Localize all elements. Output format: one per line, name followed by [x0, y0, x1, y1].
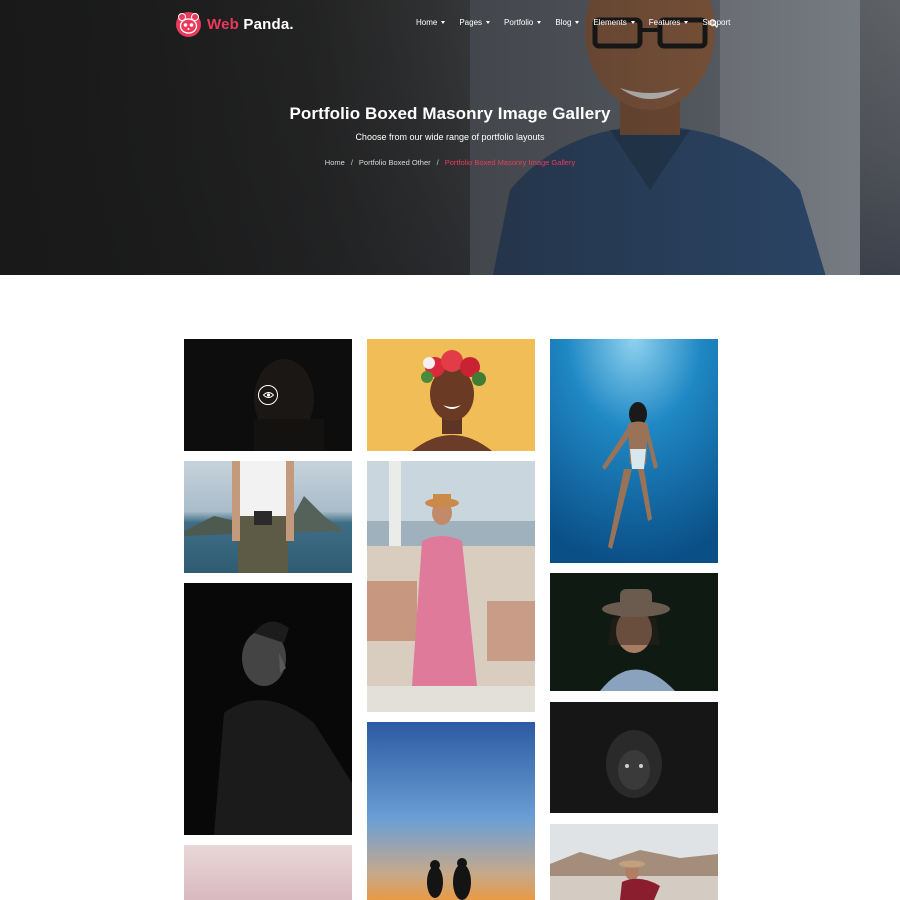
nav-item-blog[interactable]: Blog: [555, 18, 580, 27]
search-icon[interactable]: [709, 19, 718, 28]
main-nav: Home Pages Portfolio Blog Elements Featu…: [416, 18, 744, 27]
gallery-image: [550, 824, 718, 900]
breadcrumb-separator: /: [436, 158, 439, 167]
page-subtitle: Choose from our wide range of portfolio …: [355, 132, 545, 142]
eye-icon[interactable]: [258, 385, 278, 405]
chevron-down-icon: [441, 21, 446, 24]
gallery-image: [367, 461, 535, 712]
gallery-image: [367, 339, 535, 451]
gallery-image: [184, 461, 352, 573]
panda-icon: [176, 12, 201, 37]
gallery-item-traveler-with-camera[interactable]: [184, 461, 352, 573]
gallery-item-woman-in-desert[interactable]: [550, 824, 718, 900]
breadcrumb: Home / Portfolio Boxed Other / Portfolio Box…: [0, 158, 900, 167]
nav-item-pages[interactable]: Pages: [459, 18, 491, 27]
breadcrumb-current: Portfolio Boxed Masonry Image Gallery: [444, 158, 576, 167]
gallery-image: [550, 573, 718, 691]
brand-logo[interactable]: Web Panda.: [176, 12, 294, 37]
gallery-item-pink-sky[interactable]: [184, 845, 352, 900]
gallery-item-woman-in-pink-dress[interactable]: [367, 461, 535, 712]
gallery-item-woman-with-hat[interactable]: [550, 573, 718, 691]
gallery-item-woman-with-flower-crown[interactable]: [367, 339, 535, 451]
nav-item-elements[interactable]: Elements: [593, 18, 635, 27]
gallery-image: [184, 583, 352, 835]
chevron-down-icon: [684, 21, 689, 24]
chevron-down-icon: [486, 21, 491, 24]
gallery-image: [550, 339, 718, 563]
chevron-down-icon: [630, 21, 635, 24]
gallery-item-swimmer-underwater[interactable]: [550, 339, 718, 563]
gallery-item-woman-in-hood-dark[interactable]: [550, 702, 718, 813]
page-title: Portfolio Boxed Masonry Image Gallery: [289, 104, 611, 123]
hero-banner: Web Panda. Home Pages Portfolio Blog Ele…: [0, 0, 900, 275]
chevron-down-icon: [575, 21, 580, 24]
gallery-image: [184, 845, 352, 900]
breadcrumb-home[interactable]: Home: [325, 158, 345, 167]
gallery-image: [367, 722, 535, 900]
nav-item-home[interactable]: Home: [416, 18, 446, 27]
chevron-down-icon: [537, 21, 542, 24]
gallery-item-couple-at-sunset[interactable]: [367, 722, 535, 900]
gallery-image: [550, 702, 718, 813]
gallery-item-woman-in-shadow[interactable]: [184, 339, 352, 451]
gallery-item-man-profile-dark[interactable]: [184, 583, 352, 835]
breadcrumb-portfolio-boxed-other[interactable]: Portfolio Boxed Other: [359, 158, 431, 167]
nav-item-portfolio[interactable]: Portfolio: [504, 18, 542, 27]
brand-name: Web Panda.: [207, 16, 294, 33]
nav-item-features[interactable]: Features: [649, 18, 689, 27]
breadcrumb-separator: /: [350, 158, 353, 167]
